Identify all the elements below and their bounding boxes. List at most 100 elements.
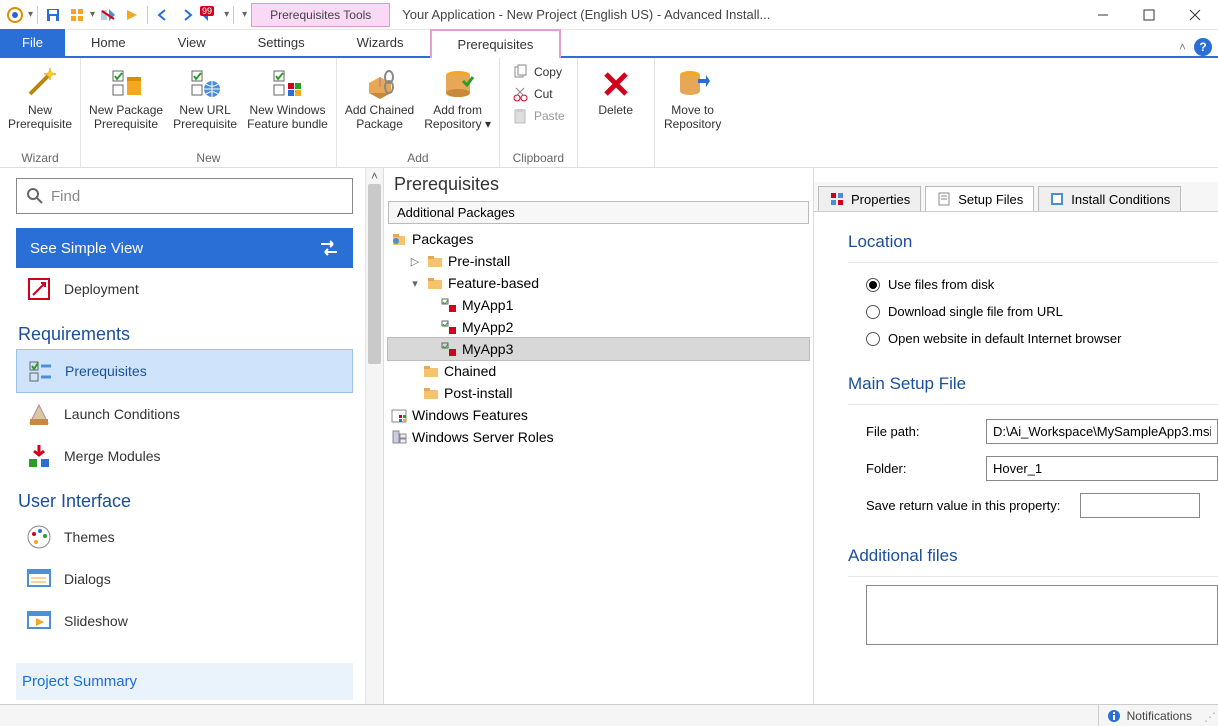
themes-icon — [26, 524, 52, 550]
folder-input[interactable] — [986, 456, 1218, 481]
prereq-item-icon — [440, 318, 458, 336]
prereq-item-icon — [440, 340, 458, 358]
expand-icon[interactable]: ▷ — [408, 255, 422, 268]
cut-button[interactable]: Cut — [508, 84, 569, 104]
left-scrollbar[interactable]: ˄ — [365, 168, 383, 704]
move-to-repository-button[interactable]: Move to Repository — [663, 62, 723, 132]
group-wizard-label: Wizard — [8, 149, 72, 165]
maximize-button[interactable] — [1126, 0, 1172, 30]
properties-icon — [829, 191, 845, 207]
window-title: Your Application - New Project (English … — [390, 7, 1080, 22]
file-path-input[interactable] — [986, 419, 1218, 444]
new-prerequisite-button[interactable]: New Prerequisite — [8, 62, 72, 132]
tab-setup-files[interactable]: Setup Files — [925, 186, 1034, 211]
tree-preinstall[interactable]: ▷ Pre-install — [388, 250, 809, 272]
tab-file[interactable]: File — [0, 29, 65, 56]
heading-requirements: Requirements — [16, 310, 353, 349]
run-icon[interactable] — [121, 4, 143, 26]
chained-package-icon — [362, 66, 398, 102]
packages-root-icon — [390, 230, 408, 248]
nav-merge-modules[interactable]: Merge Modules — [16, 435, 353, 477]
delete-button[interactable]: Delete — [586, 62, 646, 118]
radio-download-url[interactable]: Download single file from URL — [866, 298, 1218, 325]
heading-ui: User Interface — [16, 477, 353, 516]
collapse-icon[interactable]: ▾ — [408, 277, 422, 290]
save-return-input[interactable] — [1080, 493, 1200, 518]
folder-icon — [426, 274, 444, 292]
folder-icon — [422, 362, 440, 380]
status-bar: Notifications ⋰ — [0, 704, 1218, 726]
forward-icon[interactable] — [176, 4, 198, 26]
copy-button[interactable]: Copy — [508, 62, 569, 82]
install-conditions-icon — [1049, 191, 1065, 207]
close-button[interactable] — [1172, 0, 1218, 30]
paste-icon — [512, 108, 528, 124]
help-icon[interactable]: ? — [1194, 38, 1212, 56]
tree-chained[interactable]: Chained — [388, 360, 809, 382]
minimize-button[interactable] — [1080, 0, 1126, 30]
add-from-repository-button[interactable]: Add from Repository ▾ — [424, 62, 491, 132]
property-tabs: Properties Setup Files Install Condition… — [814, 182, 1218, 212]
back-icon[interactable] — [152, 4, 174, 26]
section-location: Location — [848, 226, 1218, 263]
section-main-setup-file: Main Setup File — [848, 368, 1218, 405]
scroll-up-icon[interactable]: ˄ — [366, 168, 383, 184]
nav-launch-conditions[interactable]: Launch Conditions — [16, 393, 353, 435]
tree-myapp1[interactable]: MyApp1 — [388, 294, 809, 316]
nav-prerequisites[interactable]: Prerequisites — [16, 349, 353, 393]
tree-subtitle: Additional Packages — [388, 201, 809, 224]
radio-use-files-disk[interactable]: Use files from disk — [866, 271, 1218, 298]
setup-files-icon — [936, 191, 952, 207]
resize-grip[interactable]: ⋰ — [1200, 705, 1218, 726]
title-bar: ▾ ▾ 99 ▾ ▾ Prerequisites Tools Your Appl… — [0, 0, 1218, 30]
tab-properties[interactable]: Properties — [818, 186, 921, 211]
move-repository-icon — [675, 66, 711, 102]
tab-home[interactable]: Home — [65, 29, 152, 56]
tree-windows-features[interactable]: Windows Features — [388, 404, 809, 426]
tab-settings[interactable]: Settings — [232, 29, 331, 56]
new-package-prerequisite-button[interactable]: New Package Prerequisite — [89, 62, 163, 132]
tree-myapp2[interactable]: MyApp2 — [388, 316, 809, 338]
tree-feature-based[interactable]: ▾ Feature-based — [388, 272, 809, 294]
app-menu-icon[interactable] — [4, 4, 26, 26]
new-windows-feature-bundle-button[interactable]: New Windows Feature bundle — [247, 62, 328, 132]
build-icon[interactable] — [97, 4, 119, 26]
search-placeholder: Find — [51, 188, 80, 205]
nav-deployment[interactable]: Deployment — [16, 268, 353, 310]
tree-myapp3[interactable]: MyApp3 — [388, 338, 809, 360]
additional-files-list[interactable] — [866, 585, 1218, 645]
context-tab-prereq-tools[interactable]: Prerequisites Tools — [251, 3, 390, 27]
layout-icon[interactable] — [66, 4, 88, 26]
radio-icon — [866, 278, 880, 292]
updates-icon[interactable]: 99 — [200, 4, 222, 26]
tree-packages[interactable]: Packages — [388, 228, 809, 250]
tab-wizards[interactable]: Wizards — [331, 29, 430, 56]
tab-prerequisites[interactable]: Prerequisites — [430, 29, 562, 58]
quick-access-toolbar: ▾ ▾ 99 ▾ ▾ — [0, 4, 251, 26]
package-check-icon — [108, 66, 144, 102]
radio-open-website[interactable]: Open website in default Internet browser — [866, 325, 1218, 352]
nav-slideshow[interactable]: Slideshow — [16, 600, 353, 642]
save-icon[interactable] — [42, 4, 64, 26]
nav-project-summary[interactable]: Project Summary — [16, 663, 353, 700]
tree-title: Prerequisites — [384, 168, 813, 201]
simple-view-button[interactable]: See Simple View — [16, 228, 353, 268]
nav-themes[interactable]: Themes — [16, 516, 353, 558]
tab-install-conditions[interactable]: Install Conditions — [1038, 186, 1181, 211]
nav-dialogs[interactable]: Dialogs — [16, 558, 353, 600]
tree-windows-server-roles[interactable]: Windows Server Roles — [388, 426, 809, 448]
cut-icon — [512, 86, 528, 102]
scroll-thumb[interactable] — [368, 184, 381, 364]
new-url-prerequisite-button[interactable]: New URL Prerequisite — [173, 62, 237, 132]
paste-button: Paste — [508, 106, 569, 126]
add-chained-package-button[interactable]: Add Chained Package — [345, 62, 414, 132]
tab-view[interactable]: View — [152, 29, 232, 56]
delete-icon — [598, 66, 634, 102]
tree-postinstall[interactable]: Post-install — [388, 382, 809, 404]
notifications-button[interactable]: Notifications — [1098, 705, 1200, 726]
section-additional-files: Additional files — [848, 540, 1218, 577]
deployment-icon — [26, 276, 52, 302]
search-input[interactable]: Find — [16, 178, 353, 214]
collapse-ribbon-icon[interactable]: ˄ — [1179, 40, 1186, 54]
wand-icon — [22, 66, 58, 102]
